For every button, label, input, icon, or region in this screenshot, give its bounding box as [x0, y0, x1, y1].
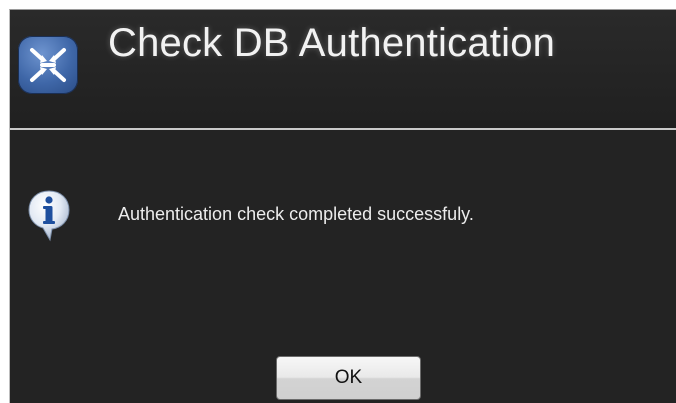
dialog-header: Check DB Authentication	[10, 10, 676, 128]
network-sync-icon	[18, 36, 78, 94]
header-divider	[10, 128, 676, 130]
message-text: Authentication check completed successfu…	[118, 204, 474, 224]
dialog-window: Check DB Authentication Authentication c…	[9, 9, 676, 403]
ok-button[interactable]: OK	[276, 356, 421, 400]
info-icon	[26, 188, 72, 244]
dialog-title: Check DB Authentication	[108, 21, 556, 65]
